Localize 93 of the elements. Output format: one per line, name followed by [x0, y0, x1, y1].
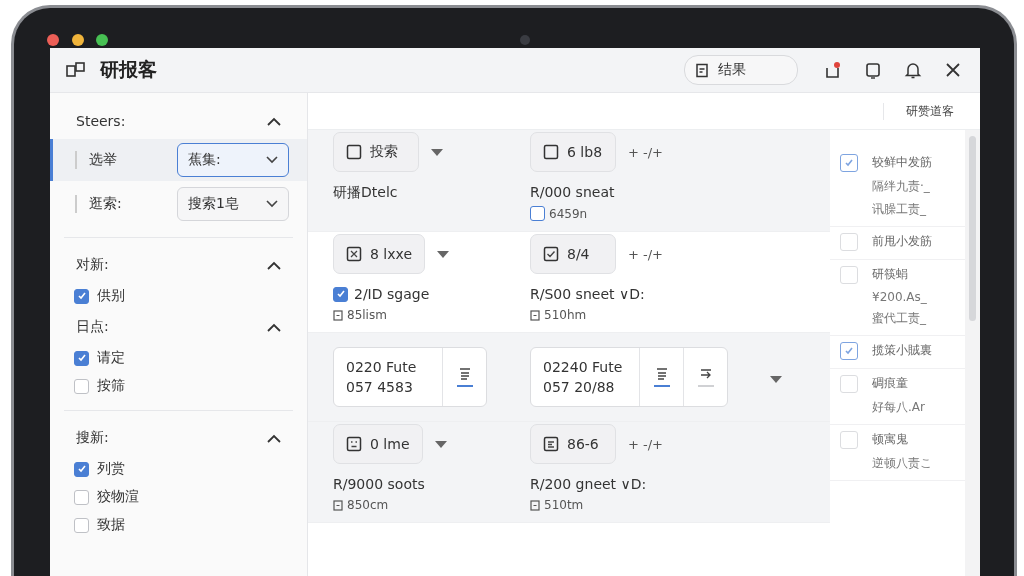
dropdown-arrow-icon[interactable] — [431, 148, 443, 156]
close-dot[interactable] — [47, 34, 59, 46]
face-box-icon — [346, 436, 362, 452]
caret-icon — [266, 156, 278, 164]
collapse-icon[interactable] — [267, 433, 281, 443]
dropdown-arrow-icon[interactable] — [770, 375, 782, 383]
checkbox-option[interactable]: 按筛 — [50, 372, 307, 400]
item-title: R/000 sneat — [530, 184, 615, 200]
list-detail: 好每八.Ar — [872, 399, 926, 416]
document-icon — [333, 499, 343, 511]
dropdown-arrow-icon[interactable] — [434, 440, 447, 448]
document-icon — [333, 309, 343, 321]
list-title: 顿寓鬼 — [872, 431, 909, 448]
section-title: Steers: — [76, 113, 126, 129]
checkbox-option[interactable]: 供别 — [50, 282, 307, 310]
document-icon — [530, 499, 540, 511]
logo-icon — [66, 62, 86, 78]
time-detail: 057 4583 — [346, 379, 414, 395]
caret-icon — [266, 200, 278, 208]
item-title: 2/ID sgage — [354, 286, 430, 302]
list-detail: 隔绊九责·_ — [872, 178, 931, 195]
checkbox-option[interactable]: 致据 — [50, 511, 307, 539]
square-icon — [346, 144, 362, 160]
check-icon — [844, 346, 854, 356]
collapse-icon[interactable] — [267, 322, 281, 332]
checkbox-option[interactable]: 列赏 — [50, 455, 307, 483]
section-title: 对新: — [76, 256, 109, 274]
item-title: 研播Dtelc — [333, 184, 398, 202]
check-icon — [335, 289, 346, 299]
filter-chip[interactable]: 0 lme — [333, 424, 423, 464]
filter-select[interactable]: 蕉集: — [177, 143, 289, 177]
time-value: 02240 Fute — [543, 359, 624, 375]
item-title: R/S00 sneet ∨D: — [530, 286, 645, 302]
add-label[interactable]: + -/+ — [628, 246, 663, 262]
filter-row[interactable]: 选举 蕉集: — [50, 139, 307, 181]
check-icon — [844, 158, 854, 168]
checkbox-option[interactable]: 狡物渲 — [50, 483, 307, 511]
filter-chip[interactable]: 8 lxxe — [333, 234, 425, 274]
checkbox[interactable] — [840, 154, 858, 172]
checkbox-option[interactable]: 请定 — [50, 344, 307, 372]
arrow-icon — [698, 367, 713, 381]
list-detail: 蜜代工责_ — [872, 310, 927, 327]
check-icon — [76, 291, 87, 301]
maximize-dot[interactable] — [96, 34, 108, 46]
checkbox[interactable] — [530, 206, 545, 221]
list-title: 前甩小发筋 — [872, 233, 933, 250]
document-icon — [530, 309, 540, 321]
filter-select[interactable]: 搜索1皂 — [177, 187, 289, 221]
camera — [520, 35, 530, 45]
scrollbar[interactable] — [965, 130, 980, 576]
list-detail: ¥200.As_ — [872, 290, 928, 304]
list-title: 研筷蜎 — [872, 266, 909, 283]
filter-chip[interactable]: 6 lb8 — [530, 132, 616, 172]
check-box-icon — [543, 246, 559, 262]
x-box-icon — [346, 246, 362, 262]
list-detail: 讯臊工责_ — [872, 201, 927, 218]
list-title: 较鲜中发筋 — [872, 154, 933, 171]
checkbox[interactable] — [840, 342, 858, 360]
item-detail: 6459n — [549, 206, 588, 221]
list-title: 揽策小賊裏 — [872, 342, 933, 359]
toolbar-label[interactable]: 研赞道客 — [883, 102, 954, 120]
section-title: 日点: — [76, 318, 109, 336]
app-title: 研报客 — [100, 57, 158, 82]
item-title: R/9000 soots — [333, 476, 425, 492]
filter-row[interactable]: 逛索: 搜索1皂 — [50, 183, 307, 225]
filter-chip[interactable]: 投索 — [333, 132, 419, 172]
item-detail: 510tm — [544, 498, 584, 512]
dropdown-arrow-icon[interactable] — [437, 250, 449, 258]
document-icon — [695, 62, 710, 78]
check-icon — [76, 353, 87, 363]
collapse-icon[interactable] — [267, 260, 281, 270]
filter-chip[interactable]: 86-6 — [530, 424, 616, 464]
time-detail: 057 20/88 — [543, 379, 616, 395]
align-icon — [457, 367, 472, 381]
check-icon — [76, 464, 87, 474]
minimize-dot[interactable] — [72, 34, 84, 46]
list-detail: 逆顿八责こ — [872, 455, 933, 472]
time-value: 0220 Fute — [346, 359, 418, 375]
list-box-icon — [543, 436, 559, 452]
item-detail: 85lism — [347, 308, 387, 322]
add-label[interactable]: + -/+ — [628, 144, 663, 160]
square-icon — [543, 144, 559, 160]
collapse-icon[interactable] — [267, 116, 281, 126]
list-title: 碉痕童 — [872, 375, 909, 392]
item-detail: 850cm — [347, 498, 389, 512]
result-button[interactable]: 结果 — [684, 55, 798, 85]
align-icon — [654, 367, 669, 381]
section-title: 搜新: — [76, 429, 109, 447]
item-detail: 510hm — [544, 308, 587, 322]
add-label[interactable]: + -/+ — [628, 436, 663, 452]
item-title: R/200 gneet ∨D: — [530, 476, 647, 492]
filter-chip[interactable]: 8/4 — [530, 234, 616, 274]
checkbox[interactable] — [333, 286, 348, 302]
